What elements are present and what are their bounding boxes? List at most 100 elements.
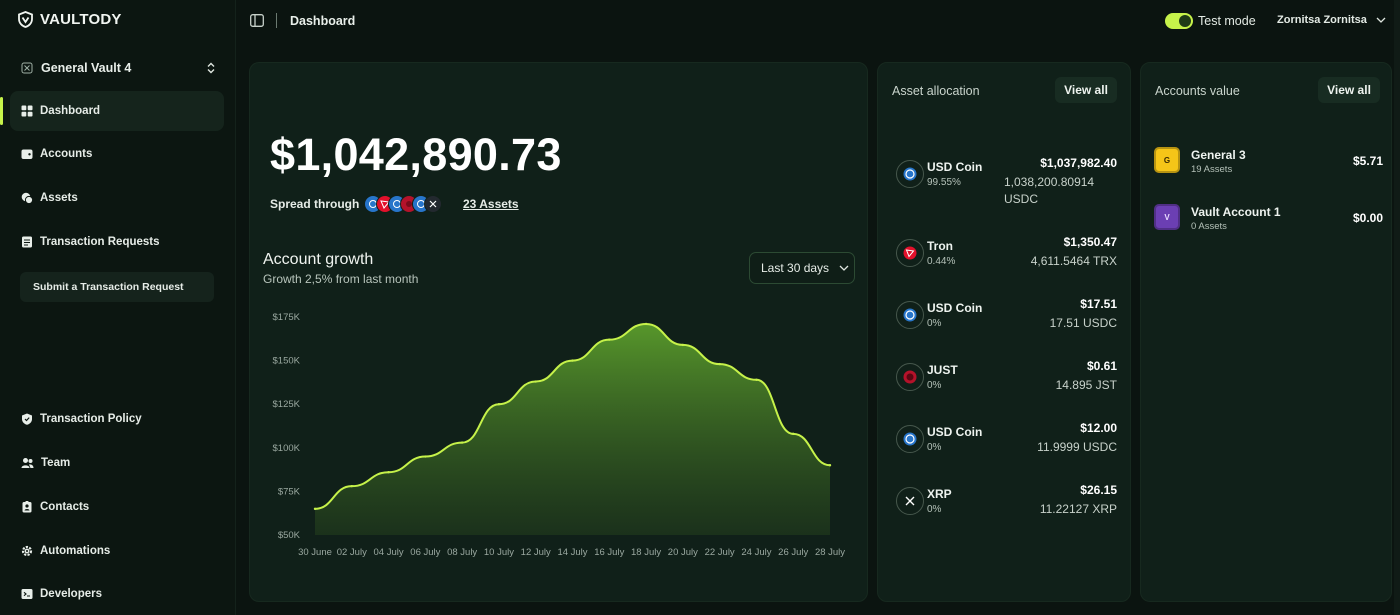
asset-icons-stack <box>364 194 450 214</box>
asset-usd-value: $12.00 <box>1080 421 1117 435</box>
toggle-sidebar-button[interactable] <box>250 14 264 32</box>
x-tick-label: 04 July <box>374 547 404 558</box>
allocation-row[interactable]: USD Coin 0% $17.51 17.51 USDC <box>878 291 1132 341</box>
sidebar-item-developers[interactable]: Developers <box>10 574 224 614</box>
asset-percentage: 0% <box>927 318 942 329</box>
shield-icon <box>22 413 32 425</box>
sidebar-item-accounts[interactable]: Accounts <box>10 134 224 174</box>
date-range-select[interactable]: Last 30 days <box>749 252 855 284</box>
x-tick-label: 26 July <box>778 547 808 558</box>
account-name: Vault Account 1 <box>1191 205 1281 219</box>
data-point <box>387 471 390 474</box>
asset-amount: 17.51 USDC <box>1049 316 1117 330</box>
page-scrollbar[interactable] <box>1394 0 1400 615</box>
account-value: $5.71 <box>1352 154 1383 168</box>
allocation-row[interactable]: Tron 0.44% $1,350.47 4,611.5464 TRX <box>878 229 1132 279</box>
asset-name: JUST <box>927 363 958 377</box>
x-tick-label: 30 June <box>298 547 332 558</box>
account-avatar: G <box>1154 147 1180 173</box>
allocation-view-all-button[interactable]: View all <box>1055 77 1117 103</box>
assets-count-link[interactable]: 23 Assets <box>463 197 519 211</box>
account-name: General 3 <box>1191 148 1246 162</box>
x-tick-label: 14 July <box>557 547 587 558</box>
asset-name: USD Coin <box>927 425 983 439</box>
test-mode-toggle[interactable] <box>1165 13 1193 29</box>
data-point <box>755 378 758 381</box>
asset-percentage: 0% <box>927 504 942 515</box>
topbar: Dashboard Test mode Zornitsa Zornitsa <box>236 0 1400 42</box>
growth-title: Account growth <box>263 251 374 268</box>
asset-amount: 4,611.5464 TRX <box>1030 254 1117 268</box>
brand-logo[interactable]: VAULTODY <box>17 11 122 28</box>
asset-name: USD Coin <box>927 301 983 315</box>
total-balance: $1,042,890.73 <box>270 129 562 180</box>
sidebar-item-label: Developers <box>40 588 103 600</box>
account-row[interactable]: V Vault Account 1 0 Assets $0.00 <box>1141 197 1393 237</box>
users-icon <box>21 458 34 468</box>
asset-percentage: 0% <box>927 442 942 453</box>
data-point <box>828 464 832 467</box>
asset-allocation-card: Asset allocation View all USD Coin 99.55%… <box>877 62 1131 602</box>
sidebar-item-contacts[interactable]: Contacts <box>10 487 224 527</box>
x-tick-label: 18 July <box>631 547 661 558</box>
data-point <box>608 338 611 341</box>
sidebar-item-automations[interactable]: Automations <box>10 531 224 571</box>
y-tick-label: $150K <box>273 356 301 367</box>
sidebar-item-assets[interactable]: Assets <box>10 178 224 218</box>
y-tick-label: $75K <box>278 486 301 497</box>
allocation-row[interactable]: XRP 0% $26.15 11.22127 XRP <box>878 477 1132 527</box>
account-assets-count: 19 Assets <box>1191 164 1233 175</box>
accounts-view-all-button[interactable]: View all <box>1318 77 1380 103</box>
x-tick-label: 12 July <box>521 547 551 558</box>
allocation-row[interactable]: USD Coin 0% $12.00 11.9999 USDC <box>878 415 1132 465</box>
account-growth-chart: $175K $150K $125K $100K $75K $50K 30 June 02 J… <box>273 312 846 558</box>
asset-allocation-title: Asset allocation <box>892 84 980 98</box>
terminal-icon <box>21 589 33 599</box>
asset-amount: 11.22127 XRP <box>1039 502 1117 516</box>
account-row[interactable]: G General 3 19 Assets $5.71 <box>1141 140 1393 180</box>
list-icon <box>22 236 32 248</box>
asset-usd-value: $1,037,982.40 <box>1040 156 1117 170</box>
data-point <box>424 455 427 458</box>
user-name: Zornitsa Zornitsa <box>1277 14 1367 26</box>
xrp-icon <box>424 195 442 213</box>
chevron-down-icon <box>839 265 849 271</box>
asset-name: USD Coin <box>927 160 983 174</box>
sidebar-item-team[interactable]: Team <box>10 443 224 483</box>
sidebar-item-transaction-requests[interactable]: Transaction Requests <box>10 222 224 262</box>
date-range-value: Last 30 days <box>761 261 830 275</box>
asset-percentage: 99.55% <box>927 177 961 188</box>
data-point <box>718 362 721 366</box>
account-value: $0.00 <box>1352 211 1383 225</box>
x-tick-label: 28 July <box>815 547 845 558</box>
sidebar-item-label: Accounts <box>40 148 93 160</box>
y-tick-label: $175K <box>273 312 301 323</box>
submit-transaction-request-button[interactable]: Submit a Transaction Request <box>20 272 214 302</box>
asset-percentage: 0.44% <box>927 256 956 267</box>
x-tick-label: 16 July <box>594 547 624 558</box>
x-tick-label: 20 July <box>668 547 698 558</box>
y-tick-label: $125K <box>273 399 301 410</box>
sidebar-item-label: Transaction Policy <box>40 413 142 425</box>
sidebar-item-label: Dashboard <box>40 105 101 117</box>
sidebar-item-transaction-policy[interactable]: Transaction Policy <box>10 399 224 439</box>
y-tick-label: $50K <box>278 530 301 541</box>
data-point <box>644 322 648 326</box>
asset-name: XRP <box>927 487 952 501</box>
user-menu[interactable]: Zornitsa Zornitsa <box>1277 14 1386 26</box>
sidebar-item-dashboard[interactable]: Dashboard <box>0 91 224 131</box>
x-tick-label: 02 July <box>337 547 367 558</box>
x-tick-label: 10 July <box>484 547 514 558</box>
account-avatar: V <box>1154 204 1180 230</box>
sidebar-item-label: Automations <box>40 545 111 557</box>
data-point <box>460 441 464 444</box>
usdc-icon <box>896 160 924 188</box>
vault-switcher[interactable]: General Vault 4 <box>21 58 216 78</box>
asset-usd-value: $0.61 <box>1086 359 1117 373</box>
account-assets-count: 0 Assets <box>1191 221 1227 232</box>
data-point <box>792 432 795 436</box>
sidebar-toggle-icon <box>250 14 264 27</box>
asset-percentage: 0% <box>927 380 942 391</box>
allocation-row[interactable]: JUST 0% $0.61 14.895 JST <box>878 353 1132 403</box>
allocation-row[interactable]: USD Coin 99.55% $1,037,982.40 1,038,200.809… <box>878 150 1132 206</box>
